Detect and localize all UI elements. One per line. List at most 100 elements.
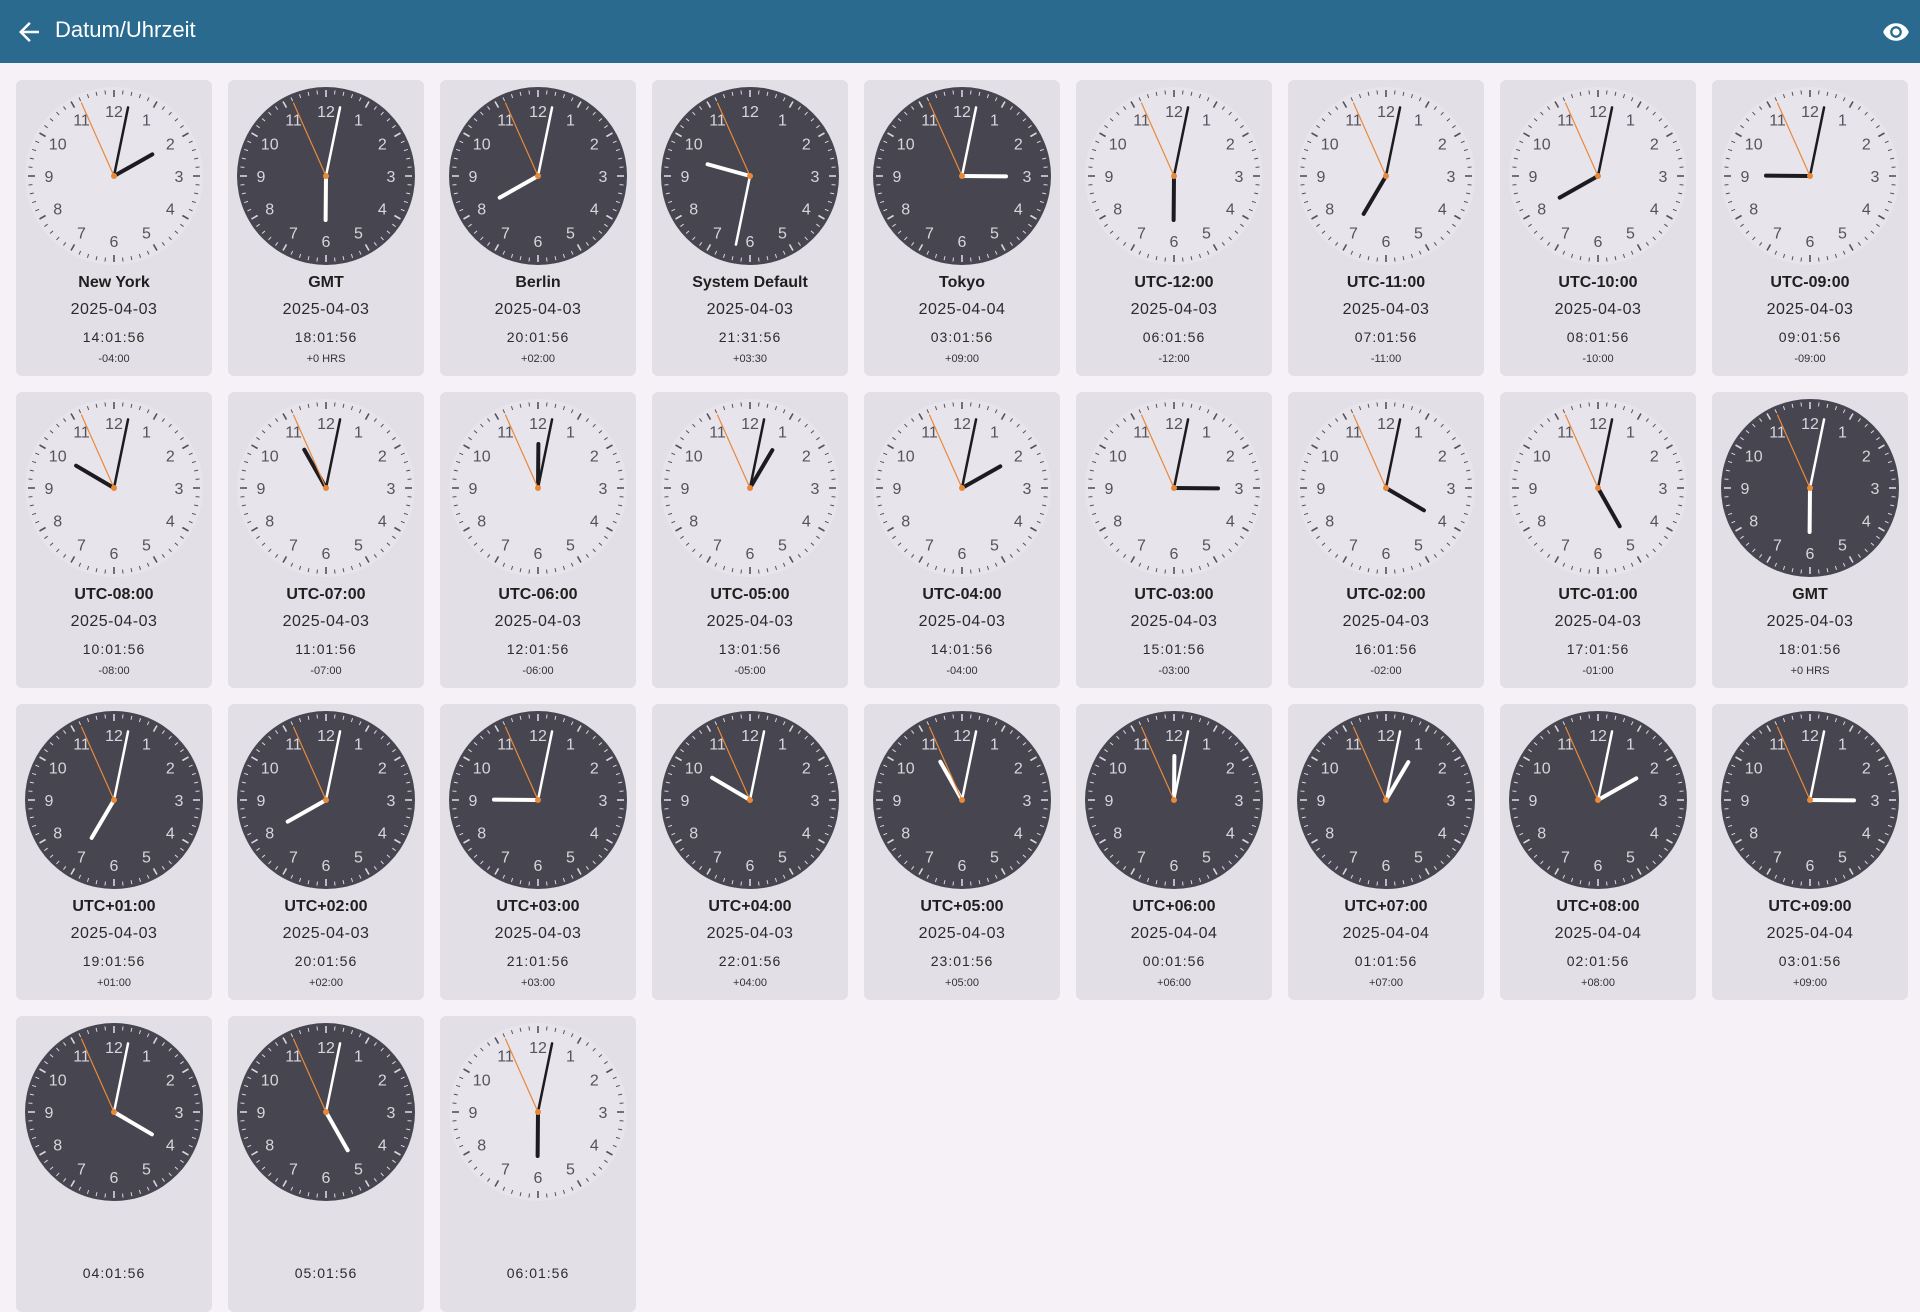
hour-numeral: 5 [1838, 537, 1847, 554]
clock-card[interactable]: 12345678910111204:01:56 [16, 1016, 212, 1312]
clock-card[interactable]: 123456789101112UTC-07:002025-04-0311:01:… [228, 392, 424, 688]
hour-numeral: 9 [257, 481, 266, 498]
clock-card[interactable]: 123456789101112UTC+08:002025-04-0402:01:… [1500, 704, 1696, 1000]
clock-card[interactable]: 123456789101112GMT2025-04-0318:01:56+0 H… [1712, 392, 1908, 688]
hour-numeral: 6 [1594, 858, 1603, 875]
clock-card[interactable]: 123456789101112UTC+04:002025-04-0322:01:… [652, 704, 848, 1000]
clock-hub [1807, 173, 1813, 179]
hour-numeral: 1 [1202, 113, 1211, 130]
hour-numeral: 10 [261, 449, 279, 466]
clock-card[interactable]: 123456789101112UTC-01:002025-04-0317:01:… [1500, 392, 1696, 688]
clock-time: 18:01:56 [228, 329, 424, 345]
hour-numeral: 1 [1202, 737, 1211, 754]
hour-numeral: 3 [1871, 793, 1880, 810]
clock-card[interactable]: 123456789101112UTC+06:002025-04-0400:01:… [1076, 704, 1272, 1000]
hour-numeral: 5 [1202, 537, 1211, 554]
hour-numeral: 2 [166, 761, 175, 778]
hour-numeral: 6 [958, 234, 967, 251]
clock-name: UTC+09:00 [1712, 898, 1908, 916]
hour-numeral: 9 [257, 169, 266, 186]
hour-numeral: 6 [1382, 858, 1391, 875]
hour-numeral: 5 [142, 849, 151, 866]
hour-numeral: 7 [289, 225, 298, 242]
clock-card[interactable]: 123456789101112UTC-05:002025-04-0313:01:… [652, 392, 848, 688]
clock-hub [535, 797, 541, 803]
clock-card[interactable]: 123456789101112UTC-09:002025-04-0309:01:… [1712, 80, 1908, 376]
hour-numeral: 7 [289, 1161, 298, 1178]
clock-card[interactable]: 12345678910111205:01:56 [228, 1016, 424, 1312]
clock-card[interactable]: 123456789101112UTC+03:002025-04-0321:01:… [440, 704, 636, 1000]
hour-numeral: 5 [1626, 225, 1635, 242]
clock-card[interactable]: 123456789101112Tokyo2025-04-0403:01:56+0… [864, 80, 1060, 376]
clock-card[interactable]: 123456789101112UTC-04:002025-04-0314:01:… [864, 392, 1060, 688]
hour-numeral: 7 [77, 225, 86, 242]
clock-card[interactable]: 123456789101112UTC+05:002025-04-0323:01:… [864, 704, 1060, 1000]
hour-numeral: 1 [778, 737, 787, 754]
hour-numeral: 1 [354, 737, 363, 754]
clock-time: 04:01:56 [16, 1265, 212, 1281]
clock-time: 22:01:56 [652, 953, 848, 969]
analog-clock: 123456789101112 [1712, 398, 1908, 578]
clock-date: 2025-04-03 [228, 613, 424, 631]
eye-icon[interactable] [1882, 18, 1910, 46]
clock-card[interactable]: 12345678910111206:01:56 [440, 1016, 636, 1312]
clock-offset: +02:00 [228, 977, 424, 989]
clock-card[interactable]: 123456789101112UTC+02:002025-04-0320:01:… [228, 704, 424, 1000]
hour-numeral: 10 [1745, 449, 1763, 466]
hour-numeral: 8 [1537, 514, 1546, 531]
hour-numeral: 5 [778, 537, 787, 554]
hour-numeral: 1 [990, 425, 999, 442]
hour-numeral: 8 [53, 202, 62, 219]
hour-numeral: 6 [958, 858, 967, 875]
hour-numeral: 4 [1438, 202, 1447, 219]
hour-numeral: 9 [45, 793, 54, 810]
hour-numeral: 5 [354, 225, 363, 242]
clock-card[interactable]: 123456789101112UTC-12:002025-04-0306:01:… [1076, 80, 1272, 376]
clock-time: 20:01:56 [228, 953, 424, 969]
arrow-back-icon[interactable] [14, 17, 44, 47]
hour-numeral: 2 [1650, 137, 1659, 154]
app-bar: Datum/Uhrzeit [0, 0, 1920, 63]
clock-card[interactable]: 123456789101112UTC-02:002025-04-0316:01:… [1288, 392, 1484, 688]
clock-grid: 123456789101112New York2025-04-0314:01:5… [16, 80, 1908, 1312]
clock-card[interactable]: 123456789101112UTC-10:002025-04-0308:01:… [1500, 80, 1696, 376]
hour-numeral: 8 [1537, 826, 1546, 843]
clock-card[interactable]: 123456789101112UTC+01:002025-04-0319:01:… [16, 704, 212, 1000]
hour-numeral: 9 [469, 169, 478, 186]
hour-numeral: 7 [925, 537, 934, 554]
hour-numeral: 1 [354, 113, 363, 130]
clock-card[interactable]: 123456789101112UTC-08:002025-04-0310:01:… [16, 392, 212, 688]
clock-card[interactable]: 123456789101112UTC-11:002025-04-0307:01:… [1288, 80, 1484, 376]
clock-card[interactable]: 123456789101112UTC-06:002025-04-0312:01:… [440, 392, 636, 688]
clock-time: 05:01:56 [228, 1265, 424, 1281]
hour-numeral: 4 [590, 1138, 599, 1155]
hour-numeral: 7 [501, 225, 510, 242]
clock-date: 2025-04-03 [652, 613, 848, 631]
clock-card[interactable]: 123456789101112UTC-03:002025-04-0315:01:… [1076, 392, 1272, 688]
clock-card[interactable]: 123456789101112GMT2025-04-0318:01:56+0 H… [228, 80, 424, 376]
hour-numeral: 10 [1321, 761, 1339, 778]
clock-card[interactable]: 123456789101112System Default2025-04-032… [652, 80, 848, 376]
hour-numeral: 5 [1414, 537, 1423, 554]
hour-numeral: 12 [1589, 728, 1607, 745]
hour-numeral: 8 [1325, 514, 1334, 531]
analog-clock: 123456789101112 [1288, 710, 1484, 890]
hour-numeral: 4 [1862, 514, 1871, 531]
clock-card[interactable]: 123456789101112UTC+09:002025-04-0403:01:… [1712, 704, 1908, 1000]
clock-hub [323, 797, 329, 803]
hour-numeral: 3 [387, 793, 396, 810]
clock-name: Berlin [440, 274, 636, 292]
hour-numeral: 4 [378, 514, 387, 531]
clock-hub [747, 485, 753, 491]
clock-card[interactable]: 123456789101112New York2025-04-0314:01:5… [16, 80, 212, 376]
hour-numeral: 12 [317, 1040, 335, 1057]
clock-card[interactable]: 123456789101112UTC+07:002025-04-0401:01:… [1288, 704, 1484, 1000]
clock-date: 2025-04-04 [1500, 925, 1696, 943]
hour-numeral: 6 [1170, 234, 1179, 251]
hour-numeral: 7 [713, 537, 722, 554]
clock-time: 02:01:56 [1500, 953, 1696, 969]
hour-numeral: 9 [469, 793, 478, 810]
clock-card[interactable]: 123456789101112Berlin2025-04-0320:01:56+… [440, 80, 636, 376]
analog-clock: 123456789101112 [440, 398, 636, 578]
analog-clock: 123456789101112 [16, 398, 212, 578]
